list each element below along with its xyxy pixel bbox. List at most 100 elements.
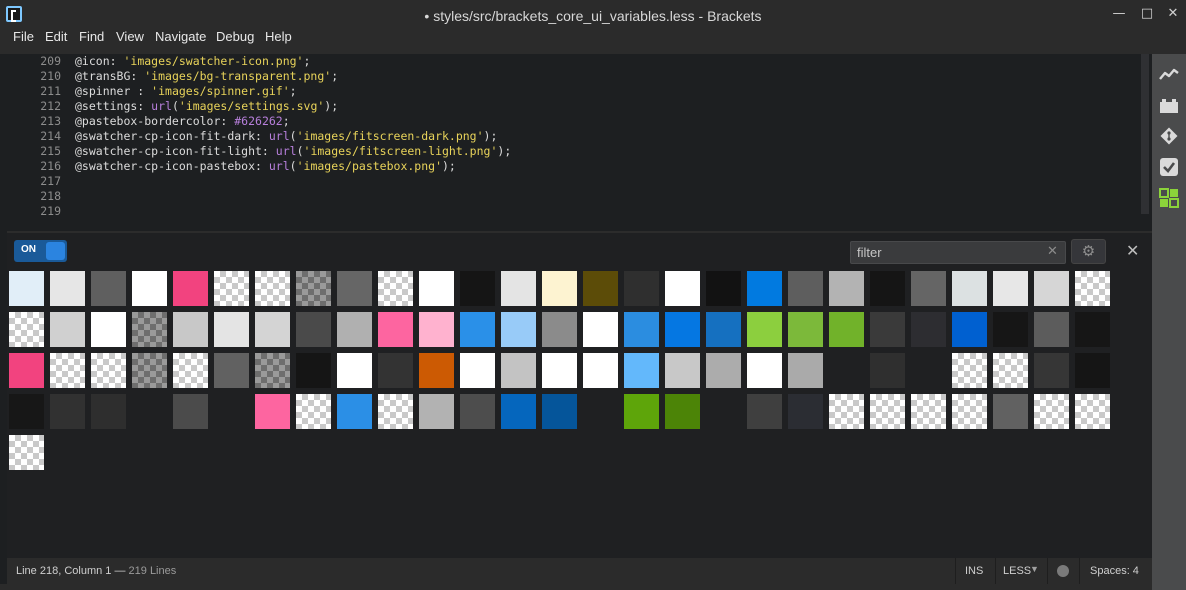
color-swatch[interactable] — [255, 394, 290, 429]
color-swatch[interactable] — [214, 271, 249, 306]
color-swatch[interactable] — [665, 271, 700, 306]
color-swatch[interactable] — [952, 312, 987, 347]
color-swatch[interactable] — [747, 312, 782, 347]
color-swatch[interactable] — [747, 271, 782, 306]
menu-view[interactable]: View — [116, 30, 144, 54]
color-swatch[interactable] — [542, 353, 577, 388]
color-swatch[interactable] — [1075, 353, 1110, 388]
color-swatch[interactable] — [296, 353, 331, 388]
color-swatch[interactable] — [337, 394, 372, 429]
color-swatch[interactable] — [173, 353, 208, 388]
maximize-button[interactable]: □ — [1134, 4, 1160, 24]
color-swatch[interactable] — [993, 312, 1028, 347]
color-swatch[interactable] — [501, 271, 536, 306]
color-swatch[interactable] — [911, 312, 946, 347]
color-swatch[interactable] — [460, 271, 495, 306]
color-swatch[interactable] — [173, 394, 208, 429]
color-swatch[interactable] — [1034, 271, 1069, 306]
color-swatch[interactable] — [1034, 312, 1069, 347]
menu-edit[interactable]: Edit — [45, 30, 67, 54]
color-swatch[interactable] — [501, 394, 536, 429]
panel-close-icon[interactable]: ✕ — [1126, 241, 1139, 260]
color-swatch[interactable] — [9, 312, 44, 347]
color-swatch[interactable] — [1034, 353, 1069, 388]
color-swatch[interactable] — [993, 353, 1028, 388]
swatcher-icon[interactable] — [1159, 188, 1179, 208]
color-swatch[interactable] — [173, 271, 208, 306]
code-line[interactable]: @swatcher-cp-icon-fit-light: url('images… — [75, 144, 511, 159]
color-swatch[interactable] — [706, 271, 741, 306]
color-swatch[interactable] — [747, 394, 782, 429]
color-swatch[interactable] — [624, 353, 659, 388]
color-swatch[interactable] — [665, 312, 700, 347]
color-swatch[interactable] — [665, 353, 700, 388]
color-swatch[interactable] — [788, 353, 823, 388]
color-swatch[interactable] — [296, 394, 331, 429]
color-swatch[interactable] — [788, 312, 823, 347]
color-swatch[interactable] — [378, 353, 413, 388]
color-swatch[interactable] — [829, 394, 864, 429]
color-swatch[interactable] — [624, 394, 659, 429]
color-swatch[interactable] — [952, 271, 987, 306]
color-swatch[interactable] — [993, 394, 1028, 429]
color-swatch[interactable] — [501, 312, 536, 347]
color-swatch[interactable] — [583, 271, 618, 306]
code-editor[interactable]: 209 @icon: 'images/swatcher-icon.png'; 210… — [7, 54, 1138, 231]
color-swatch[interactable] — [1075, 394, 1110, 429]
color-swatch[interactable] — [419, 312, 454, 347]
swatcher-on-toggle[interactable]: ON — [14, 240, 67, 262]
color-swatch[interactable] — [255, 271, 290, 306]
color-swatch[interactable] — [583, 353, 618, 388]
color-swatch[interactable] — [624, 312, 659, 347]
color-swatch[interactable] — [788, 394, 823, 429]
color-swatch[interactable] — [337, 271, 372, 306]
editor-scrollbar[interactable] — [1138, 54, 1152, 231]
swatch-settings-button[interactable]: ⚙ — [1071, 239, 1106, 264]
color-swatch[interactable] — [542, 312, 577, 347]
color-swatch[interactable] — [1075, 312, 1110, 347]
color-swatch[interactable] — [173, 312, 208, 347]
close-window-button[interactable]: ✕ — [1160, 4, 1186, 24]
code-line[interactable]: @swatcher-cp-icon-fit-dark: url('images/… — [75, 129, 497, 144]
color-swatch[interactable] — [583, 312, 618, 347]
color-swatch[interactable] — [378, 312, 413, 347]
code-line[interactable]: @icon: 'images/swatcher-icon.png'; — [75, 54, 310, 69]
menu-find[interactable]: Find — [79, 30, 104, 54]
color-swatch[interactable] — [542, 271, 577, 306]
color-swatch[interactable] — [337, 312, 372, 347]
code-line[interactable]: @transBG: 'images/bg-transparent.png'; — [75, 69, 338, 84]
color-swatch[interactable] — [9, 353, 44, 388]
linter-status-icon[interactable] — [1057, 565, 1069, 577]
minimize-button[interactable]: — — [1106, 4, 1132, 24]
color-swatch[interactable] — [829, 271, 864, 306]
toggle-knob[interactable] — [46, 242, 65, 260]
color-swatch[interactable] — [9, 394, 44, 429]
color-swatch[interactable] — [460, 353, 495, 388]
color-swatch[interactable] — [378, 394, 413, 429]
color-swatch[interactable] — [952, 394, 987, 429]
color-swatch[interactable] — [214, 312, 249, 347]
color-swatch[interactable] — [91, 271, 126, 306]
editor-scrollbar-thumb[interactable] — [1141, 54, 1149, 214]
color-swatch[interactable] — [911, 271, 946, 306]
color-swatch[interactable] — [870, 353, 905, 388]
code-line[interactable]: @settings: url('images/settings.svg'); — [75, 99, 338, 114]
color-swatch[interactable] — [50, 312, 85, 347]
menu-debug[interactable]: Debug — [216, 30, 254, 54]
menu-help[interactable]: Help — [265, 30, 292, 54]
color-swatch[interactable] — [460, 312, 495, 347]
color-swatch[interactable] — [419, 353, 454, 388]
code-line[interactable]: @spinner : 'images/spinner.gif'; — [75, 84, 297, 99]
language-select[interactable]: LESS — [1003, 565, 1031, 577]
color-swatch[interactable] — [460, 394, 495, 429]
color-swatch[interactable] — [9, 435, 44, 470]
color-swatch[interactable] — [50, 353, 85, 388]
color-swatch[interactable] — [91, 353, 126, 388]
insert-mode-toggle[interactable]: INS — [965, 565, 983, 577]
color-swatch[interactable] — [788, 271, 823, 306]
color-swatch[interactable] — [296, 271, 331, 306]
extension-manager-icon[interactable] — [1159, 96, 1179, 116]
color-swatch[interactable] — [747, 353, 782, 388]
color-swatch[interactable] — [91, 394, 126, 429]
color-swatch[interactable] — [1034, 394, 1069, 429]
